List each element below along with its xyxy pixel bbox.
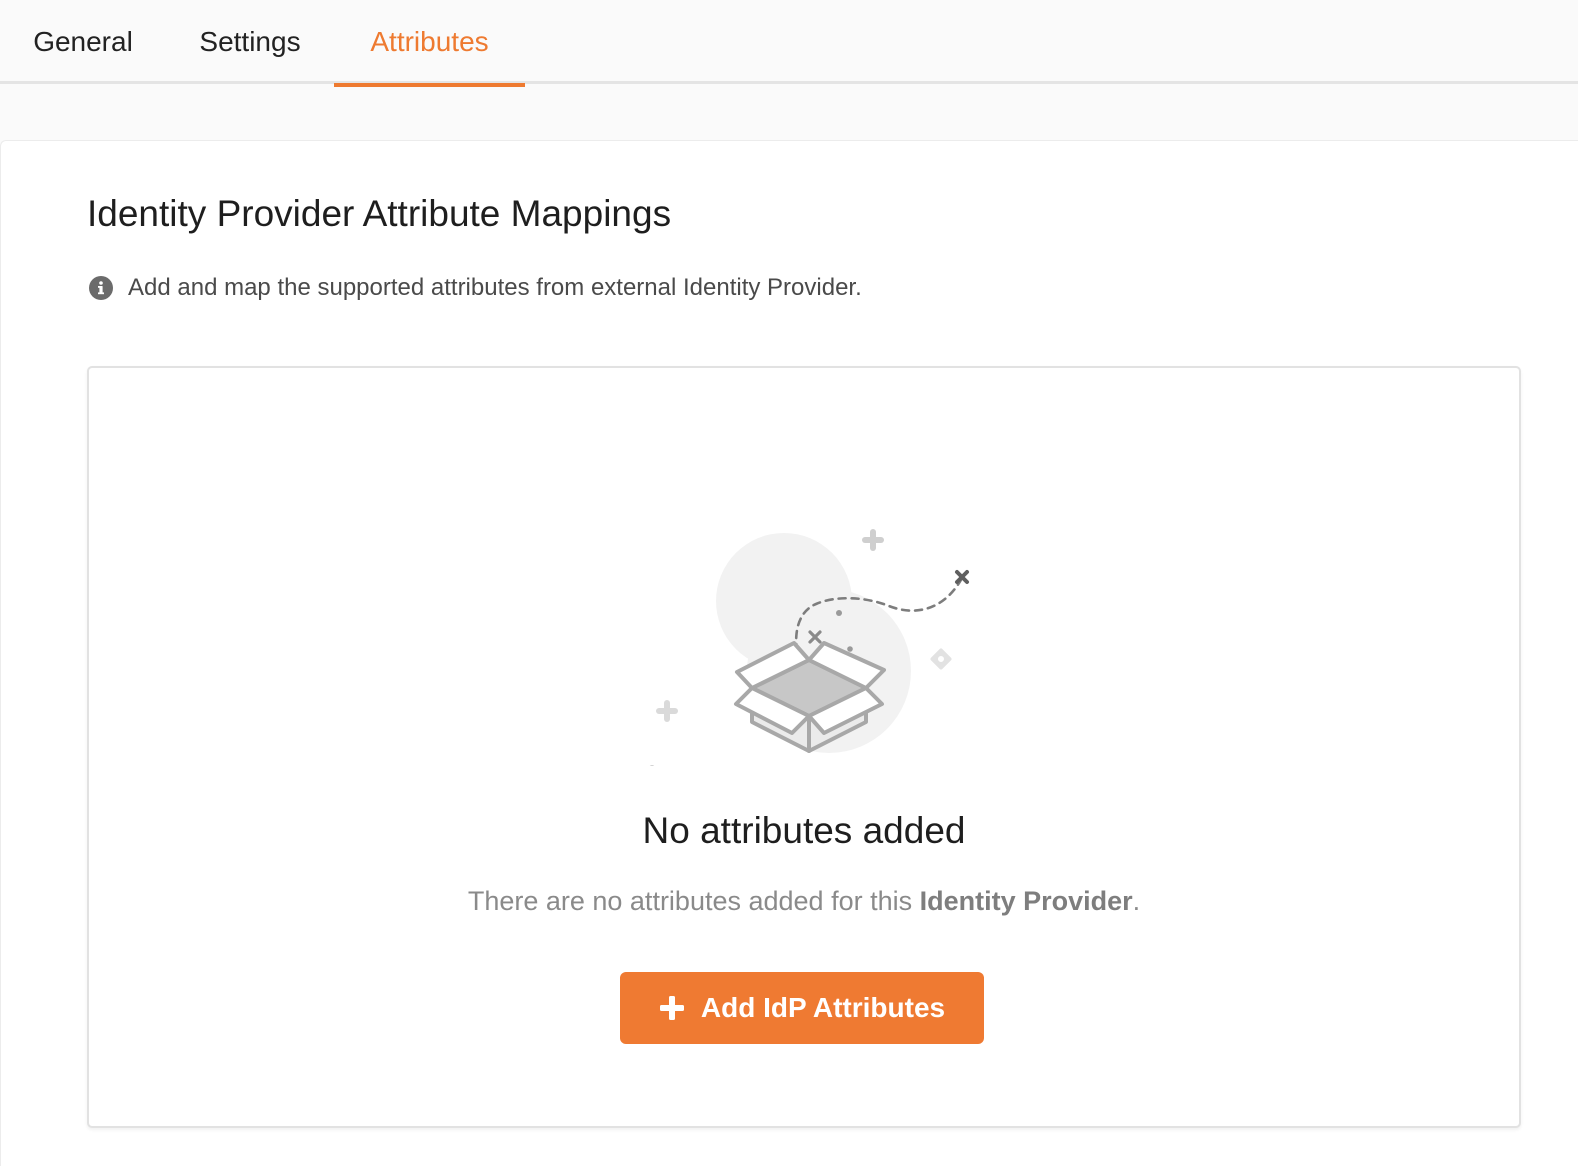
tab-general[interactable]: General [0,0,166,84]
dot [847,646,853,652]
plus-icon [659,996,684,1020]
section-hint-text: Add and map the supported attributes fro… [128,274,862,301]
diamond-shape [930,648,952,670]
info-icon [89,276,113,300]
add-idp-attributes-label: Add IdP Attributes [700,992,946,1023]
tab-attributes-label: Attributes [370,26,489,57]
empty-state-title: No attributes added [642,810,966,851]
dot [836,610,842,616]
sparkle-left-lower [649,765,655,766]
empty-placeholder: No attributes added There are no attribu… [87,366,1521,1128]
add-idp-attributes-button[interactable]: Add IdP Attributes [620,972,984,1044]
sparkle-top [862,529,884,551]
empty-state-message-suffix: . [1132,886,1141,916]
empty-state-message: There are no attributes added for this I… [89,886,1519,917]
open-box-illustration [649,529,969,766]
active-tab-indicator [334,83,525,87]
sparkle-left-upper [656,700,678,722]
tab-attributes[interactable]: Attributes [334,0,525,87]
empty-state-message-emphasis: Identity Provider [919,886,1133,916]
empty-state-message-prefix: There are no attributes added for this [467,886,920,916]
tab-settings[interactable]: Settings [166,0,334,84]
tab-bar: General Settings Attributes [0,0,1578,87]
attributes-panel: Identity Provider Attribute Mappings Add… [0,140,1578,1166]
section-title: Identity Provider Attribute Mappings [87,193,672,234]
section-hint: Add and map the supported attributes fro… [89,271,862,305]
